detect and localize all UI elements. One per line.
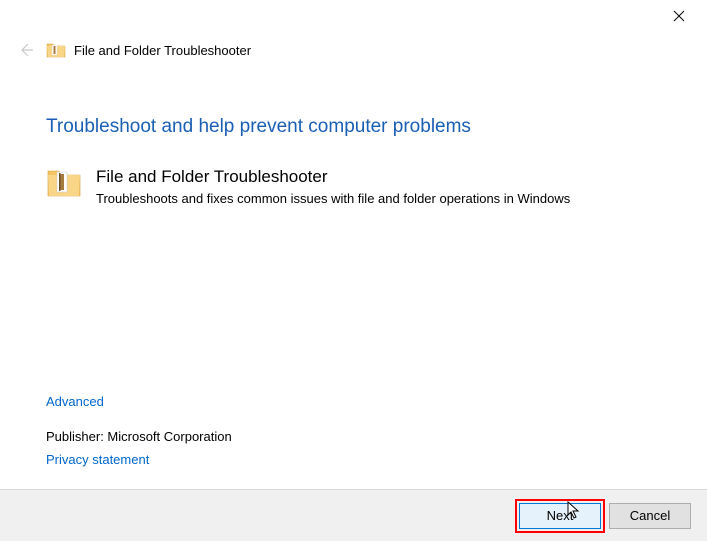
privacy-statement-link[interactable]: Privacy statement [46,452,232,467]
back-arrow-icon [18,42,34,58]
header-row: File and Folder Troubleshooter [0,32,707,68]
bottom-links: Advanced Publisher: Microsoft Corporatio… [46,394,232,467]
window-title: File and Folder Troubleshooter [74,43,251,58]
main-heading: Troubleshoot and help prevent computer p… [46,116,661,138]
cancel-button[interactable]: Cancel [609,503,691,529]
publisher-info: Publisher: Microsoft Corporation [46,429,232,444]
publisher-label: Publisher: [46,429,107,444]
folder-icon [46,41,66,59]
close-button[interactable] [663,4,695,28]
titlebar [0,0,707,32]
content-area: Troubleshoot and help prevent computer p… [0,68,707,208]
close-icon [673,10,685,22]
troubleshooter-row: File and Folder Troubleshooter Troublesh… [46,166,661,208]
folder-large-icon [46,166,82,200]
troubleshooter-title: File and Folder Troubleshooter [96,166,661,188]
next-button[interactable]: Next [519,503,601,529]
publisher-name: Microsoft Corporation [107,429,231,444]
back-button [12,36,40,64]
button-bar: Next Cancel [0,489,707,541]
troubleshooter-info: File and Folder Troubleshooter Troublesh… [96,166,661,208]
advanced-link[interactable]: Advanced [46,394,104,409]
troubleshooter-description: Troubleshoots and fixes common issues wi… [96,190,661,208]
